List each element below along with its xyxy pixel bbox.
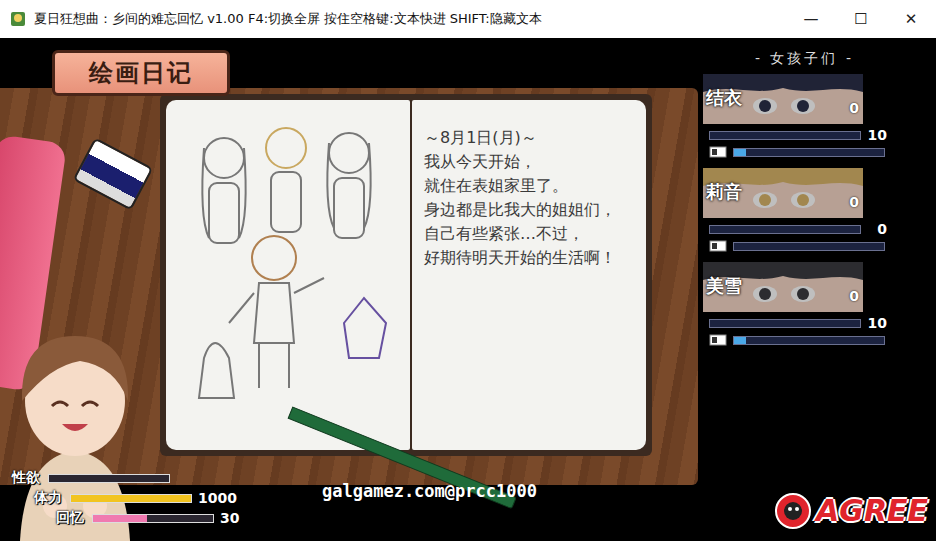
affection-bar	[709, 319, 861, 328]
girl-name: 美雪	[706, 274, 742, 298]
title-bar: 夏日狂想曲：乡间的难忘回忆 v1.00 F4:切换全屏 按住空格键:文本快进 S…	[0, 0, 936, 38]
girl-value: 0	[849, 100, 859, 116]
girls-panel: - 女孩子们 -结衣010莉音00美雪010	[698, 38, 936, 541]
affection-bar	[709, 131, 861, 140]
card-icon	[709, 334, 727, 346]
diary-book: ～8月1日(月)～我从今天开始，就住在表姐家里了。身边都是比我大的姐姐们，自己有…	[160, 94, 652, 456]
small-eraser-icon	[73, 137, 154, 210]
progress-row	[703, 146, 936, 158]
girl-portrait: 莉音 0	[703, 168, 863, 218]
girl-portrait: 结衣 0	[703, 74, 863, 124]
stat-label: 性欲	[12, 469, 42, 487]
diary-line: 我从今天开始，	[424, 150, 640, 174]
card-icon	[709, 146, 727, 158]
stat-row: 体力 1000	[12, 489, 239, 507]
watermark: galgamez.com@prcc1000	[322, 481, 537, 501]
stat-row: 回忆 30	[12, 509, 239, 527]
affection-reading: 10	[867, 127, 887, 143]
progress-fill	[734, 337, 746, 344]
stat-reading: 30	[220, 510, 239, 526]
girl-value: 0	[849, 288, 859, 304]
window-controls: —☐✕	[786, 0, 936, 38]
stat-fill	[71, 495, 191, 502]
diary-line: 身边都是比我大的姐姐们，	[424, 198, 640, 222]
player-stats: 性欲体力 1000 回忆 30	[12, 469, 239, 527]
girl-name: 莉音	[706, 180, 742, 204]
progress-bar	[733, 242, 885, 251]
stat-label: 回忆	[56, 509, 86, 527]
stat-bar	[92, 514, 214, 523]
affection-reading: 10	[867, 315, 887, 331]
diary-line: 就住在表姐家里了。	[424, 174, 640, 198]
girl-portrait: 美雪 0	[703, 262, 863, 312]
mascot-icon	[772, 489, 814, 531]
girl-card: 结衣 0 10	[703, 74, 936, 162]
progress-bar	[733, 336, 885, 345]
text-page: ～8月1日(月)～我从今天开始，就住在表姐家里了。身边都是比我大的姐姐们，自己有…	[412, 100, 646, 450]
game-window: 夏日狂想曲：乡间的难忘回忆 v1.00 F4:切换全屏 按住空格键:文本快进 S…	[0, 0, 936, 541]
diary-line: 好期待明天开始的生活啊！	[424, 246, 640, 270]
girl-value: 0	[849, 194, 859, 210]
window-control-button[interactable]: ☐	[836, 0, 886, 38]
diary-date: ～8月1日(月)～	[424, 126, 640, 150]
window-control-button[interactable]: ✕	[886, 0, 936, 38]
panel-title: - 女孩子们 -	[703, 50, 936, 68]
progress-bar	[733, 148, 885, 157]
progress-row	[703, 334, 936, 346]
diary-line: 自己有些紧张…不过，	[424, 222, 640, 246]
girl-card: 莉音 00	[703, 168, 936, 256]
app-icon	[10, 11, 26, 27]
window-title: 夏日狂想曲：乡间的难忘回忆 v1.00 F4:切换全屏 按住空格键:文本快进 S…	[34, 10, 778, 28]
game-screen: 绘画日记 ～8月1日(月)～我从今天开始，就住在表姐家里了。身边都是比我大的姐姐们…	[0, 38, 936, 541]
publisher-logo: AGREE	[772, 489, 928, 531]
window-control-button[interactable]: —	[786, 0, 836, 38]
girl-name: 结衣	[706, 86, 742, 110]
screen-title: 绘画日记	[52, 50, 230, 96]
stat-row: 性欲	[12, 469, 239, 487]
affection-reading: 0	[867, 221, 887, 237]
card-icon	[709, 240, 727, 252]
affection-bar	[709, 225, 861, 234]
girl-card: 美雪 0 10	[703, 262, 936, 350]
progress-row	[703, 240, 936, 252]
progress-fill	[734, 149, 746, 156]
logo-text: AGREE	[816, 493, 928, 528]
stat-reading: 1000	[198, 490, 237, 506]
stat-bar	[70, 494, 192, 503]
affection-row: 10	[703, 315, 936, 331]
crayon-drawing-icon	[174, 108, 402, 438]
stat-label: 体力	[34, 489, 64, 507]
drawing-page	[166, 100, 410, 450]
stat-bar	[48, 474, 170, 483]
affection-row: 10	[703, 127, 936, 143]
protagonist-icon	[0, 306, 150, 541]
stat-fill	[93, 515, 147, 522]
affection-row: 0	[703, 221, 936, 237]
